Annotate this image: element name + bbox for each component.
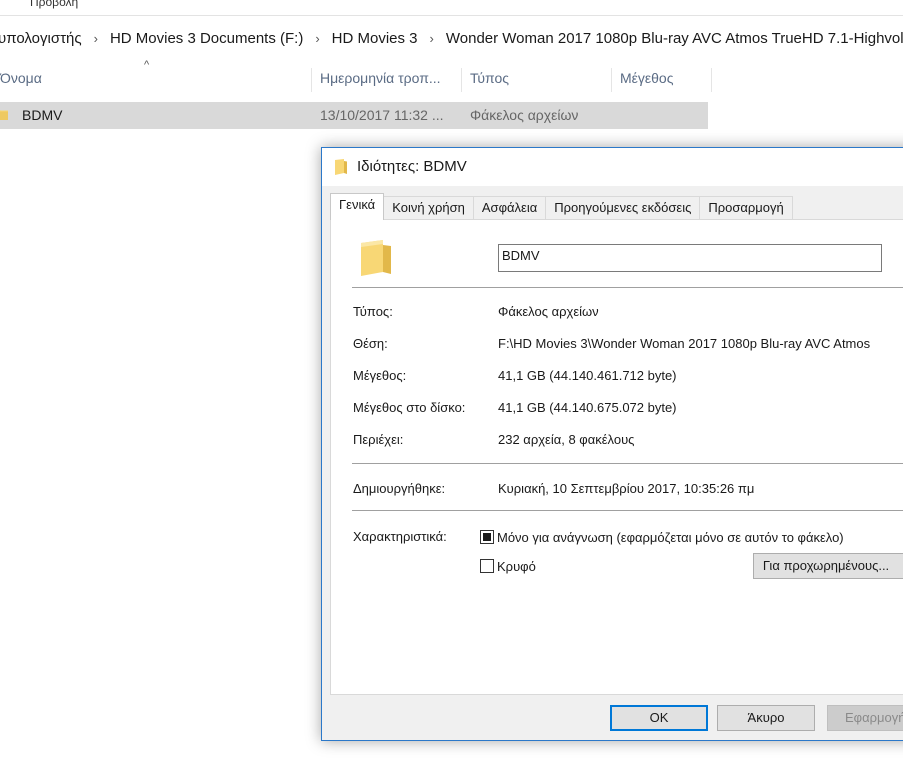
tab-previous-versions[interactable]: Προηγούμενες εκδόσεις [545, 196, 701, 220]
tab-strip: Γενικά Κοινή χρήση Ασφάλεια Προηγούμενες… [330, 193, 793, 220]
breadcrumb-item-drive[interactable]: HD Movies 3 Documents (F:) [104, 30, 309, 47]
column-header-size[interactable]: Μέγεθος [612, 68, 712, 92]
folder-icon [0, 110, 8, 120]
breadcrumb-separator-icon[interactable]: › [309, 31, 325, 46]
cancel-button[interactable]: Άκυρο [717, 705, 815, 731]
ok-button[interactable]: OK [610, 705, 708, 731]
breadcrumb[interactable]: υπολογιστής › HD Movies 3 Documents (F:)… [0, 24, 903, 52]
dialog-titlebar[interactable]: Ιδιότητες: BDMV [322, 148, 903, 186]
breadcrumb-item-current[interactable]: Wonder Woman 2017 1080p Blu-ray AVC Atmo… [440, 30, 903, 47]
properties-dialog: Ιδιότητες: BDMV Γενικά Κοινή χρήση Ασφάλ… [321, 147, 903, 741]
breadcrumb-item-folder[interactable]: HD Movies 3 [326, 30, 424, 47]
breadcrumb-item-computer[interactable]: υπολογιστής [0, 30, 88, 47]
general-panel: BDMV Τύπος: Φάκελος αρχείων Θέση: F:\HD … [330, 219, 903, 695]
hidden-checkbox[interactable] [480, 559, 494, 573]
folder-name-input[interactable]: BDMV [498, 244, 882, 272]
divider [352, 463, 903, 464]
ribbon-strip: Προβολή [0, 0, 903, 16]
created-label: Δημιουργήθηκε: [353, 481, 446, 496]
breadcrumb-separator-icon[interactable]: › [424, 31, 440, 46]
breadcrumb-separator-icon[interactable]: › [88, 31, 104, 46]
created-value: Κυριακή, 10 Σεπτεμβρίου 2017, 10:35:26 π… [498, 481, 755, 496]
contains-value: 232 αρχεία, 8 φακέλους [498, 432, 635, 447]
divider [352, 510, 903, 511]
divider [352, 287, 903, 288]
attributes-label: Χαρακτηριστικά: [353, 529, 447, 544]
location-value: F:\HD Movies 3\Wonder Woman 2017 1080p B… [498, 336, 871, 351]
readonly-label[interactable]: Μόνο για ανάγνωση (εφαρμόζεται μόνο σε α… [497, 530, 844, 545]
ribbon-view-tab[interactable]: Προβολή [30, 0, 78, 9]
tab-customize[interactable]: Προσαρμογή [699, 196, 793, 220]
size-label: Μέγεθος: [353, 368, 407, 383]
size-value: 41,1 GB (44.140.461.712 byte) [498, 368, 677, 383]
column-header-type[interactable]: Τύπος [462, 68, 612, 92]
column-headers: ^ Όνομα Ημερομηνία τροπ... Τύπος Μέγεθος [0, 59, 903, 96]
hidden-label[interactable]: Κρυφό [497, 559, 536, 574]
disk-size-label: Μέγεθος στο δίσκο: [353, 400, 466, 415]
column-header-date[interactable]: Ημερομηνία τροπ... [312, 68, 462, 92]
dialog-title: Ιδιότητες: BDMV [357, 158, 467, 175]
apply-button[interactable]: Εφαρμογή [827, 705, 903, 731]
advanced-button[interactable]: Για προχωρημένους... [753, 553, 903, 579]
file-type: Φάκελος αρχείων [470, 107, 579, 123]
location-label: Θέση: [353, 336, 388, 351]
file-name: BDMV [22, 107, 63, 123]
type-value: Φάκελος αρχείων [498, 304, 599, 319]
column-header-name[interactable]: Όνομα [0, 68, 312, 92]
contains-label: Περιέχει: [353, 432, 404, 447]
folder-icon [335, 159, 347, 175]
file-date: 13/10/2017 11:32 ... [320, 107, 444, 123]
readonly-checkbox[interactable] [480, 530, 494, 544]
type-label: Τύπος: [353, 304, 393, 319]
tab-security[interactable]: Ασφάλεια [472, 196, 547, 220]
tab-sharing[interactable]: Κοινή χρήση [383, 196, 474, 220]
file-row[interactable]: BDMV 13/10/2017 11:32 ... Φάκελος αρχείω… [0, 102, 708, 129]
disk-size-value: 41,1 GB (44.140.675.072 byte) [498, 400, 677, 415]
folder-icon [361, 240, 391, 276]
tab-general[interactable]: Γενικά [330, 193, 385, 220]
